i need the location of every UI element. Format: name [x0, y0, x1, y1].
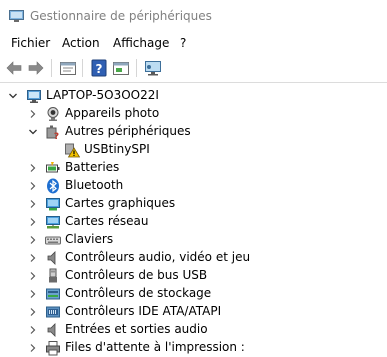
- tree-root[interactable]: LAPTOP-5O3OO22I: [0, 87, 387, 105]
- tree-item-label: Files d'attente à l'impression :: [65, 340, 245, 354]
- tree-item-entrees-sorties-audio[interactable]: Entrées et sorties audio: [0, 321, 387, 339]
- chevron-right-icon[interactable]: [28, 289, 38, 299]
- menu-action[interactable]: Action: [62, 36, 100, 50]
- chevron-right-icon[interactable]: [28, 307, 38, 317]
- scan-hardware-icon[interactable]: [143, 58, 163, 78]
- tree-item-cartes-graphiques[interactable]: Cartes graphiques: [0, 195, 387, 213]
- tree-item-label: Cartes réseau: [65, 214, 149, 228]
- forward-icon[interactable]: [26, 58, 46, 78]
- speaker-icon: [47, 251, 56, 265]
- tree-item-label: Contrôleurs de stockage: [65, 286, 212, 300]
- chevron-right-icon[interactable]: [28, 181, 38, 191]
- chevron-down-icon[interactable]: [28, 127, 38, 137]
- tree-item-autres-peripheriques[interactable]: ? Autres périphériques: [0, 123, 387, 141]
- menu-fichier[interactable]: Fichier: [11, 36, 50, 50]
- chevron-right-icon[interactable]: [28, 163, 38, 173]
- tree-item-label: Batteries: [65, 160, 120, 174]
- tree-item-label: Contrôleurs de bus USB: [65, 268, 208, 282]
- svg-text:?: ?: [54, 132, 59, 140]
- audio-io-icon: [47, 323, 56, 337]
- storage-controller-icon: [46, 288, 60, 300]
- chevron-right-icon[interactable]: [28, 235, 38, 245]
- toolbar-divider: [0, 82, 387, 83]
- warning-icon: [65, 143, 80, 158]
- tree-item-label: Appareils photo: [65, 106, 160, 120]
- chevron-right-icon[interactable]: [28, 325, 38, 335]
- tree-item-label: Autres périphériques: [65, 124, 191, 138]
- usb-icon: [49, 268, 57, 283]
- window-title: Gestionnaire de périphériques: [30, 9, 212, 23]
- keyboard-icon: [45, 236, 61, 245]
- back-icon[interactable]: [4, 58, 24, 78]
- update-driver-icon[interactable]: [111, 58, 131, 78]
- tree-item-label: USBtinySPI: [84, 142, 150, 156]
- tree-item-claviers[interactable]: Claviers: [0, 231, 387, 249]
- tree-item-label: Entrées et sorties audio: [65, 322, 208, 336]
- tree-item-controleurs-stockage[interactable]: Contrôleurs de stockage: [0, 285, 387, 303]
- bluetooth-icon: [47, 178, 59, 194]
- chevron-right-icon[interactable]: [28, 271, 38, 281]
- properties-icon[interactable]: [58, 58, 78, 78]
- menu-bar: Fichier Action Affichage ?: [0, 33, 387, 53]
- chevron-down-icon[interactable]: [8, 91, 18, 101]
- printer-icon: [46, 341, 60, 356]
- title-bar: Gestionnaire de périphériques: [0, 0, 387, 32]
- unknown-device-icon: ?: [46, 125, 59, 140]
- tree-item-files-attente-impression[interactable]: Files d'attente à l'impression :: [0, 339, 387, 357]
- menu-affichage[interactable]: Affichage: [113, 36, 169, 50]
- ide-controller-icon: [46, 306, 60, 318]
- tree-item-controleurs-usb[interactable]: Contrôleurs de bus USB: [0, 267, 387, 285]
- tree-item-usbtinyspi[interactable]: USBtinySPI: [0, 141, 387, 159]
- tree-item-bluetooth[interactable]: Bluetooth: [0, 177, 387, 195]
- chevron-right-icon[interactable]: [28, 217, 38, 227]
- tree-item-label: Contrôleurs IDE ATA/ATAPI: [65, 304, 222, 318]
- toolbar: ?: [0, 55, 387, 81]
- device-manager-icon: [9, 10, 24, 22]
- help-icon[interactable]: ?: [89, 58, 109, 78]
- chevron-right-icon[interactable]: [28, 253, 38, 263]
- tree-item-controleurs-ide[interactable]: Contrôleurs IDE ATA/ATAPI: [0, 303, 387, 321]
- tree-item-controleurs-audio[interactable]: Contrôleurs audio, vidéo et jeu: [0, 249, 387, 267]
- toolbar-separator: [51, 59, 52, 77]
- svg-text:?: ?: [96, 62, 103, 76]
- network-adapter-icon: [46, 216, 60, 229]
- tree-item-batteries[interactable]: Batteries: [0, 159, 387, 177]
- display-adapter-icon: [46, 198, 60, 211]
- tree-item-label: Contrôleurs audio, vidéo et jeu: [65, 250, 251, 264]
- battery-icon: [46, 162, 60, 173]
- tree-item-cartes-reseau[interactable]: Cartes réseau: [0, 213, 387, 231]
- tree-item-label: Bluetooth: [65, 178, 124, 192]
- chevron-right-icon[interactable]: [28, 109, 38, 119]
- camera-icon: [47, 107, 59, 121]
- tree-item-label: Claviers: [65, 232, 114, 246]
- tree-item-label: Cartes graphiques: [65, 196, 176, 210]
- toolbar-separator: [82, 59, 83, 77]
- tree-item-appareils-photo[interactable]: Appareils photo: [0, 105, 387, 123]
- chevron-right-icon[interactable]: [28, 199, 38, 209]
- tree-root-label: LAPTOP-5O3OO22I: [46, 88, 159, 102]
- menu-help[interactable]: ?: [180, 36, 186, 50]
- computer-icon: [27, 90, 41, 103]
- chevron-right-icon[interactable]: [28, 343, 38, 353]
- toolbar-separator: [136, 59, 137, 77]
